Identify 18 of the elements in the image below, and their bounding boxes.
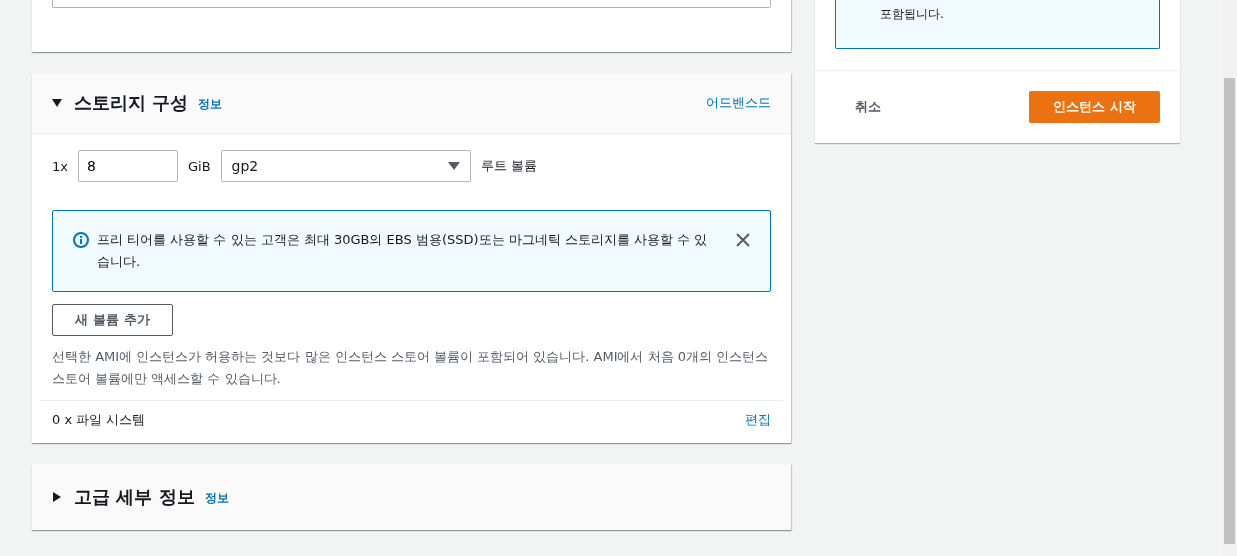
launch-button[interactable]: 인스턴스 시작: [1029, 91, 1160, 123]
notice-text: 포함됩니다.: [880, 7, 944, 21]
unit-label: GiB: [187, 158, 211, 174]
size-input[interactable]: 8: [77, 150, 178, 182]
section-title: 스토리지 구성: [74, 91, 189, 115]
add-volume-button[interactable]: 새 볼륨 추가: [52, 304, 173, 336]
volume-type-select[interactable]: gp2: [220, 150, 471, 182]
volume-label: 루트 볼륨: [480, 157, 537, 175]
section-title: 고급 세부 정보: [74, 485, 195, 509]
edit-link[interactable]: 편집: [745, 411, 771, 429]
alert-text: 프리 티어를 사용할 수 있는 고객은 최대 30GB의 EBS 범용(SSD)또는 마그네틱 스토리지를 사용할 수 있습니다.: [97, 231, 709, 271]
advanced-link[interactable]: 어드밴스드: [706, 94, 771, 112]
info-link[interactable]: 정보: [204, 490, 229, 507]
cancel-link[interactable]: 취소: [855, 98, 881, 116]
info-link[interactable]: 정보: [198, 96, 223, 113]
count-label: 1x: [52, 158, 68, 174]
note-text: 선택한 AMI에 인스턴스가 허용하는 것보다 많은 인스턴스 스토어 볼륨이 포함되어 있습니다. AMI에서 처음 0개의 인스턴스 스토어 볼륨에만 액세스할 수 있습니다.: [52, 348, 770, 388]
filesystem-label: 0 x 파일 시스템: [52, 411, 146, 429]
